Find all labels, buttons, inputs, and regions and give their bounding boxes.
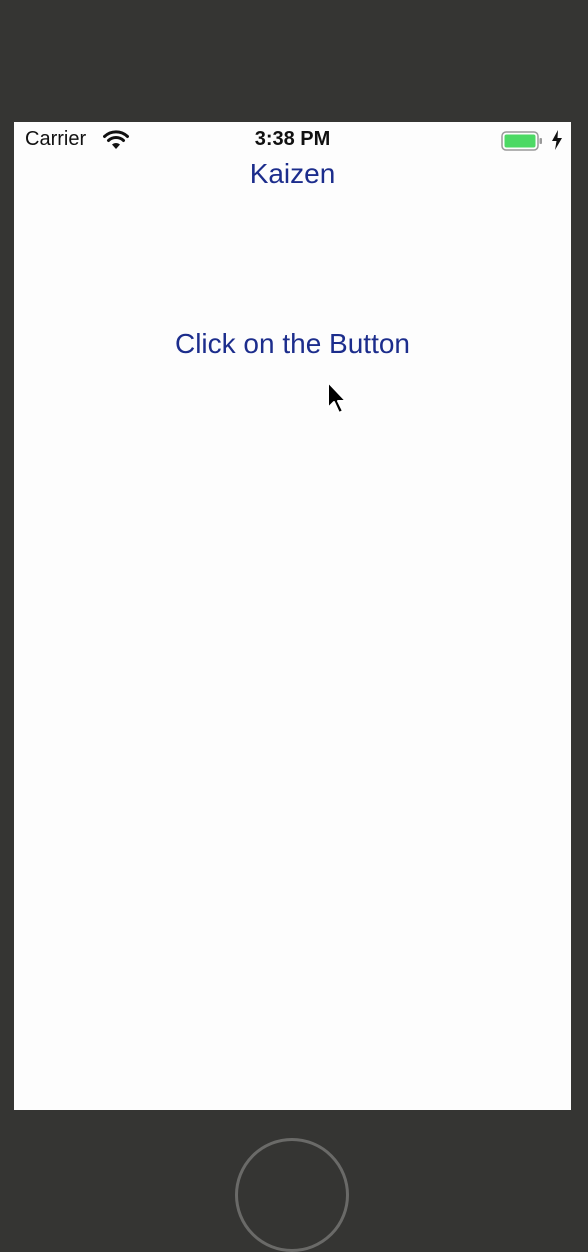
app-screen: Carrier 3:38 PM Kaizen Click on the Butt…: [14, 122, 571, 1110]
charging-bolt-icon: [552, 130, 562, 150]
simulator-device-frame: Carrier 3:38 PM Kaizen Click on the Butt…: [0, 0, 588, 1252]
battery-charging-icon: [501, 131, 542, 151]
mouse-pointer-icon: [327, 381, 347, 414]
navigation-title: Kaizen: [249, 158, 336, 189]
click-on-the-button[interactable]: Click on the Button: [143, 328, 443, 360]
status-bar: Carrier 3:38 PM: [14, 122, 571, 158]
home-button[interactable]: [235, 1138, 349, 1252]
status-time: 3:38 PM: [254, 128, 331, 150]
